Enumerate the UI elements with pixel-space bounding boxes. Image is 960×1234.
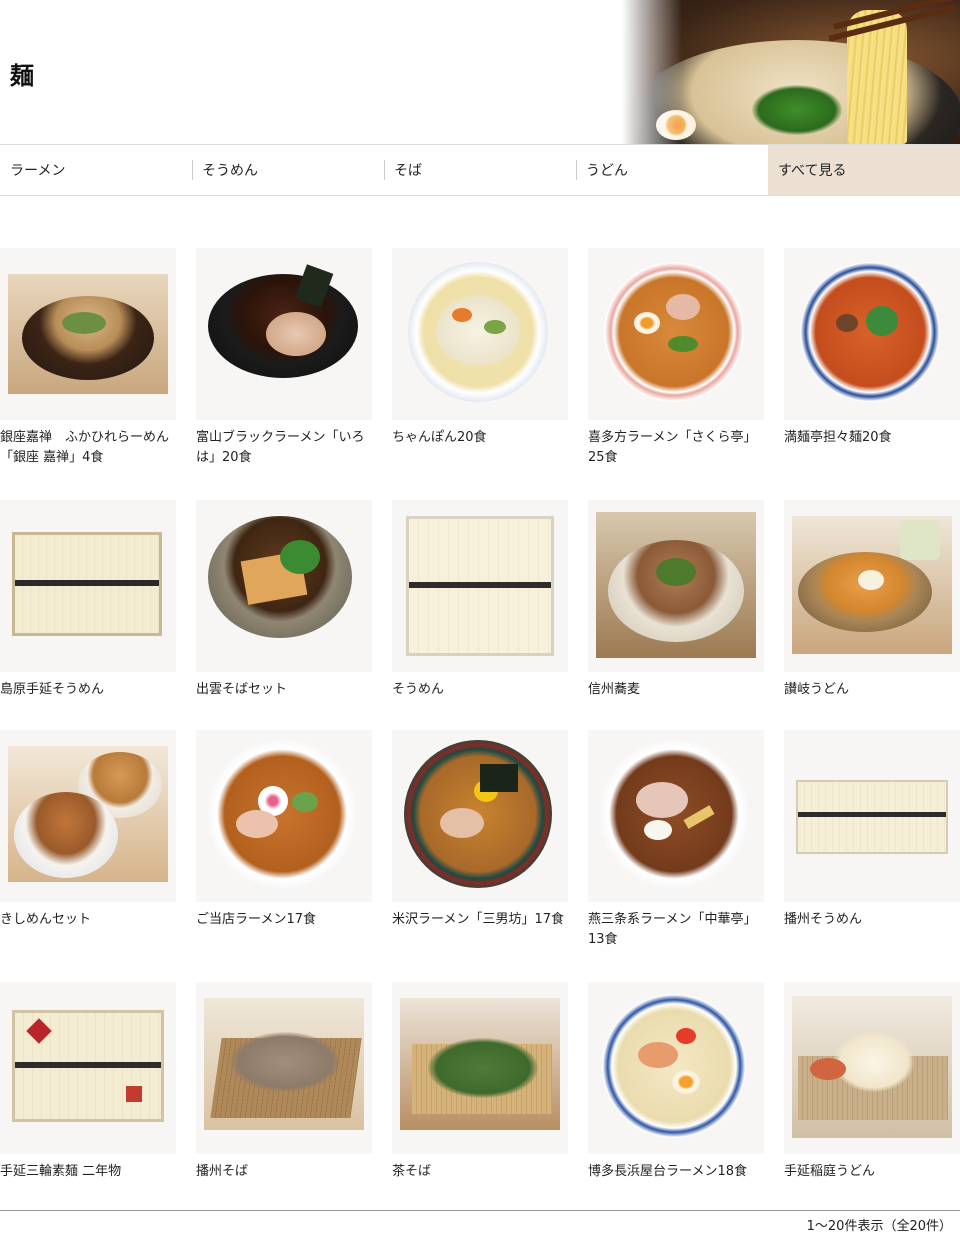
category-tab-ramen[interactable]: ラーメン — [0, 145, 192, 195]
product-image[interactable] — [196, 248, 372, 420]
category-tab-somen[interactable]: そうめん — [192, 145, 384, 195]
hero-ramen-image — [622, 0, 960, 144]
product-image[interactable] — [392, 730, 568, 902]
category-tab-view-all[interactable]: すべて見る — [768, 145, 960, 195]
product-name[interactable]: 喜多方ラーメン「さくら亭」25食 — [588, 428, 770, 468]
product-name[interactable]: 手延三輪素麺 二年物 — [0, 1162, 182, 1182]
product-image[interactable] — [392, 500, 568, 672]
product-name[interactable]: 出雲そばセット — [196, 680, 378, 700]
page-header: 麺 — [0, 0, 960, 144]
category-nav: ラーメン そうめん そば うどん すべて見る — [0, 144, 960, 196]
product-name[interactable]: 播州そば — [196, 1162, 378, 1182]
hero-fade — [622, 0, 682, 144]
product-name[interactable]: きしめんセット — [0, 910, 182, 930]
product-image[interactable] — [196, 982, 372, 1154]
product-name[interactable]: 讃岐うどん — [784, 680, 960, 700]
product-image[interactable] — [0, 500, 176, 672]
product-name[interactable]: 銀座嘉禅 ふかひれらーめん「銀座 嘉禅」4食 — [0, 428, 182, 468]
product-image[interactable] — [0, 730, 176, 902]
product-image[interactable] — [392, 982, 568, 1154]
product-image[interactable] — [0, 982, 176, 1154]
product-image[interactable] — [196, 500, 372, 672]
product-image[interactable] — [392, 248, 568, 420]
product-image[interactable] — [784, 248, 960, 420]
product-name[interactable]: 手延稲庭うどん — [784, 1162, 960, 1182]
product-image[interactable] — [588, 730, 764, 902]
product-image[interactable] — [588, 248, 764, 420]
pagination: 1～20件表示（全20件） — [0, 1210, 960, 1234]
product-name[interactable]: 信州蕎麦 — [588, 680, 770, 700]
product-name[interactable]: 島原手延そうめん — [0, 680, 182, 700]
product-image[interactable] — [196, 730, 372, 902]
page-title: 麺 — [10, 62, 34, 90]
product-image[interactable] — [784, 982, 960, 1154]
product-name[interactable]: そうめん — [392, 680, 574, 700]
product-name[interactable]: 満麺亭担々麺20食 — [784, 428, 960, 448]
category-tab-udon[interactable]: うどん — [576, 145, 768, 195]
product-name[interactable]: ご当店ラーメン17食 — [196, 910, 378, 930]
product-name[interactable]: 米沢ラーメン「三男坊」17食 — [392, 910, 574, 930]
product-name[interactable]: 播州そうめん — [784, 910, 960, 930]
product-image[interactable] — [784, 730, 960, 902]
product-image[interactable] — [588, 982, 764, 1154]
product-image[interactable] — [588, 500, 764, 672]
category-tab-soba[interactable]: そば — [384, 145, 576, 195]
product-name[interactable]: 博多長浜屋台ラーメン18食 — [588, 1162, 770, 1182]
hero-greens — [752, 85, 842, 135]
product-name[interactable]: 茶そば — [392, 1162, 574, 1182]
product-name[interactable]: 富山ブラックラーメン「いろは」20食 — [196, 428, 378, 468]
product-name[interactable]: 燕三条系ラーメン「中華亭」13食 — [588, 910, 770, 950]
product-image[interactable] — [0, 248, 176, 420]
product-image[interactable] — [784, 500, 960, 672]
product-name[interactable]: ちゃんぽん20食 — [392, 428, 574, 448]
